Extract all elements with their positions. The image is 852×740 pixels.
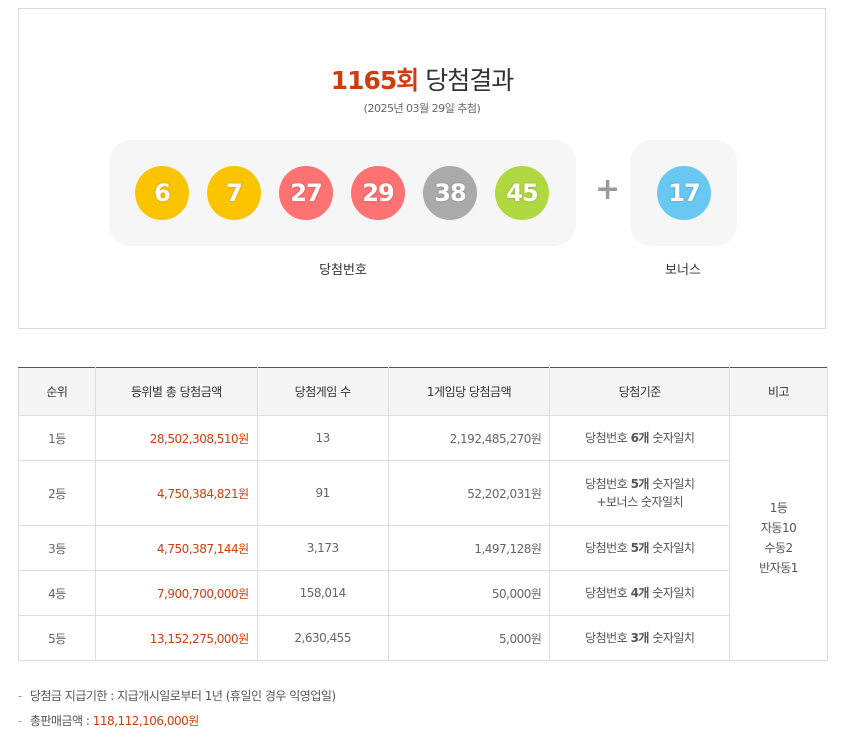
table-row: 5등 13,152,275,000원 2,630,455 5,000원 당첨번호… xyxy=(18,615,828,661)
total-sales-label: 총판매금액 : xyxy=(29,714,93,728)
win-ball-2: 7 xyxy=(207,166,261,220)
note-cell: 1등 자동10 수동2 반자동1 xyxy=(729,415,828,661)
criteria-prefix: 당첨번호 xyxy=(585,586,631,600)
result-box: 1165회 당첨결과 (2025년 03월 29일 추첨) 6 7 27 29 … xyxy=(18,8,826,329)
rank-cell: 4등 xyxy=(18,570,96,616)
games-cell: 13 xyxy=(256,415,389,461)
total-sales-note: - 총판매금액 : 118,112,106,000원 xyxy=(18,712,199,729)
per-game-cell: 1,497,128원 xyxy=(387,525,551,571)
bullet-dash: - xyxy=(18,714,22,728)
win-ball-6: 45 xyxy=(495,166,549,220)
criteria-cell: 당첨번호 5개 숫자일치 xyxy=(549,525,731,571)
payout-deadline-text: 당첨금 지급기한 : 지급개시일로부터 1년 (휴일인 경우 익영업일) xyxy=(29,689,336,703)
criteria-count: 6개 xyxy=(630,431,650,445)
note-line: 1등 xyxy=(769,501,788,515)
total-prize-cell: 4,750,387,144원 xyxy=(94,525,258,571)
header-note: 비고 xyxy=(729,367,828,416)
criteria-bonus-line: +보너스 숫자일치 xyxy=(596,495,684,509)
criteria-suffix: 숫자일치 xyxy=(648,631,695,645)
criteria-suffix: 숫자일치 xyxy=(648,541,695,555)
criteria-cell: 당첨번호 6개 숫자일치 xyxy=(549,415,731,461)
title-text: 당첨결과 xyxy=(425,66,514,95)
criteria-suffix: 숫자일치 xyxy=(648,431,695,445)
criteria-cell: 당첨번호 3개 숫자일치 xyxy=(549,615,731,661)
table-header-row: 순위 등위별 총 당첨금액 당첨게임 수 1게임당 당첨금액 당첨기준 비고 xyxy=(18,367,828,416)
header-criteria: 당첨기준 xyxy=(549,367,731,416)
table-row: 4등 7,900,700,000원 158,014 50,000원 당첨번호 4… xyxy=(18,570,828,616)
bonus-label: 보너스 xyxy=(665,263,701,278)
criteria-count: 4개 xyxy=(630,586,650,600)
criteria-count: 5개 xyxy=(630,541,650,555)
rank-cell: 2등 xyxy=(18,460,96,526)
note-line: 수동2 xyxy=(764,541,793,555)
criteria-count: 3개 xyxy=(630,631,650,645)
payout-deadline-note: - 당첨금 지급기한 : 지급개시일로부터 1년 (휴일인 경우 익영업일) xyxy=(18,687,336,704)
criteria-suffix: 숫자일치 xyxy=(648,477,695,491)
total-prize-cell: 28,502,308,510원 xyxy=(94,415,258,461)
criteria-prefix: 당첨번호 xyxy=(585,541,631,555)
games-cell: 91 xyxy=(256,460,389,526)
win-numbers-panel: 6 7 27 29 38 45 xyxy=(109,140,576,246)
criteria-prefix: 당첨번호 xyxy=(585,631,631,645)
draw-date: (2025년 03월 29일 추첨) xyxy=(363,102,481,115)
per-game-cell: 5,000원 xyxy=(387,615,551,661)
header-winning-games: 당첨게임 수 xyxy=(256,367,389,416)
per-game-cell: 52,202,031원 xyxy=(387,460,551,526)
win-ball-5: 38 xyxy=(423,166,477,220)
rank-cell: 5등 xyxy=(18,615,96,661)
bonus-ball: 17 xyxy=(657,166,711,220)
bullet-dash: - xyxy=(18,689,22,703)
page-title: 1165회 당첨결과 xyxy=(19,61,825,97)
note-line: 자동10 xyxy=(760,521,797,535)
total-prize-cell: 7,900,700,000원 xyxy=(94,570,258,616)
criteria-suffix: 숫자일치 xyxy=(648,586,695,600)
table-row: 1등 28,502,308,510원 13 2,192,485,270원 당첨번… xyxy=(18,415,828,661)
criteria-cell: 당첨번호 4개 숫자일치 xyxy=(549,570,731,616)
header-prize-per-game: 1게임당 당첨금액 xyxy=(387,367,551,416)
header-rank: 순위 xyxy=(18,367,96,416)
total-prize-cell: 13,152,275,000원 xyxy=(94,615,258,661)
criteria-count: 5개 xyxy=(630,477,650,491)
round-number: 1165회 xyxy=(330,66,420,95)
criteria-cell: 당첨번호 5개 숫자일치 +보너스 숫자일치 xyxy=(549,460,731,526)
prize-table: 순위 등위별 총 당첨금액 당첨게임 수 1게임당 당첨금액 당첨기준 비고 1… xyxy=(18,367,828,661)
table-row: 2등 4,750,384,821원 91 52,202,031원 당첨번호 5개… xyxy=(18,460,828,526)
criteria-prefix: 당첨번호 xyxy=(585,431,631,445)
note-line: 반자동1 xyxy=(759,561,798,575)
plus-icon: + xyxy=(595,172,621,207)
total-sales-value: 118,112,106,000원 xyxy=(92,714,200,728)
bonus-panel: 17 xyxy=(630,140,737,246)
header-total-prize: 등위별 총 당첨금액 xyxy=(94,367,258,416)
rank-cell: 1등 xyxy=(18,415,96,461)
win-numbers-label: 당첨번호 xyxy=(319,263,367,278)
win-ball-1: 6 xyxy=(135,166,189,220)
per-game-cell: 2,192,485,270원 xyxy=(387,415,551,461)
table-row: 3등 4,750,387,144원 3,173 1,497,128원 당첨번호 … xyxy=(18,525,828,571)
win-ball-4: 29 xyxy=(351,166,405,220)
total-prize-cell: 4,750,384,821원 xyxy=(94,460,258,526)
games-cell: 3,173 xyxy=(256,525,389,571)
per-game-cell: 50,000원 xyxy=(387,570,551,616)
criteria-prefix: 당첨번호 xyxy=(585,477,631,491)
rank-cell: 3등 xyxy=(18,525,96,571)
games-cell: 158,014 xyxy=(256,570,389,616)
games-cell: 2,630,455 xyxy=(256,615,389,661)
win-ball-3: 27 xyxy=(279,166,333,220)
